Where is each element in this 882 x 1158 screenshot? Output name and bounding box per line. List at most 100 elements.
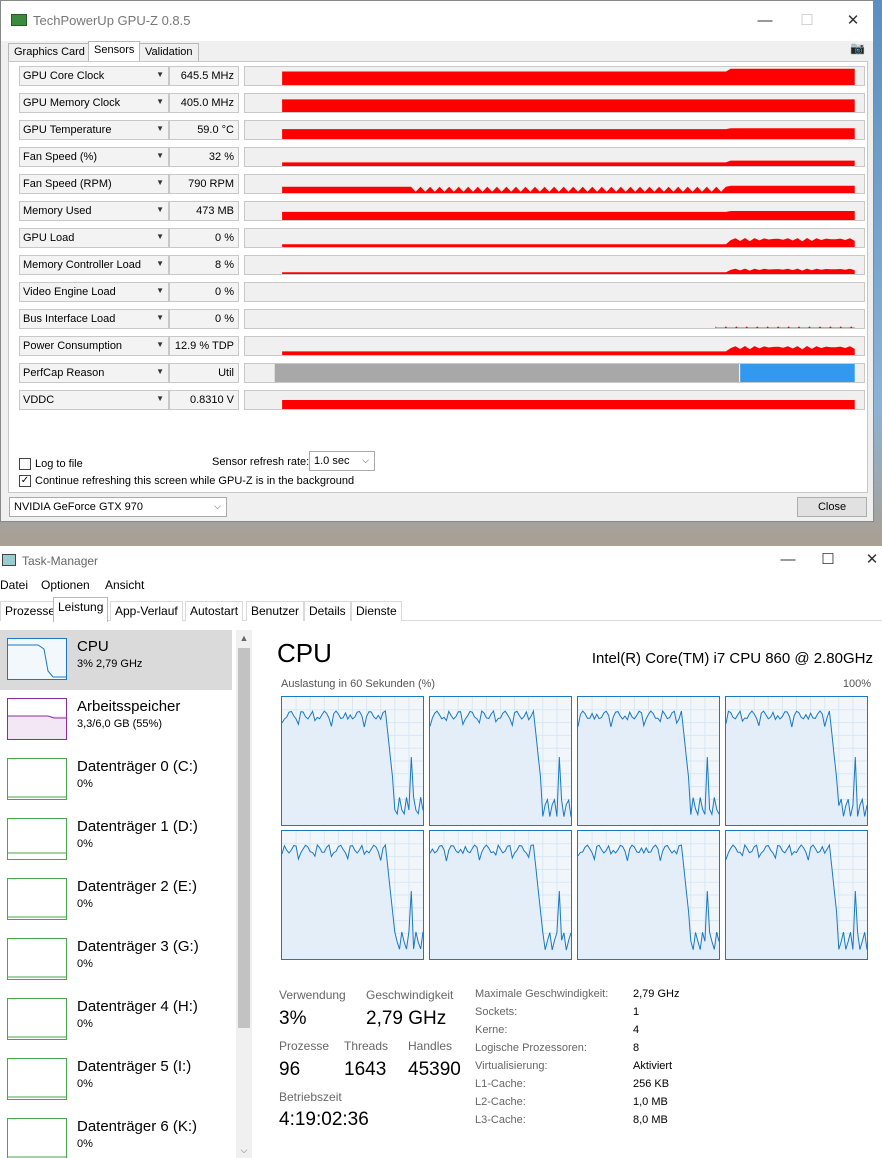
sidebar-item-arbeitsspeicher[interactable]: Arbeitsspeicher 3,3/6,0 GB (55%) <box>0 690 232 750</box>
sensor-name-label: GPU Memory Clock <box>23 97 121 109</box>
dropdown-triangle-icon: ▼ <box>156 259 164 268</box>
spec-value-l2-cache: 1,0 MB <box>633 1096 668 1108</box>
sidebar-item-datentr-ger-1-d[interactable]: Datenträger 1 (D:) 0% <box>0 810 232 870</box>
sidebar-thumbnail-graph <box>7 638 67 680</box>
cpu-core-graph-0 <box>281 696 424 826</box>
menu-datei[interactable]: Datei <box>0 578 28 592</box>
continue-refresh-checkbox[interactable]: ✓ <box>19 475 31 487</box>
sensor-name-gpu-load[interactable]: GPU Load ▼ <box>19 228 169 248</box>
sidebar-item-datentr-ger-0-c[interactable]: Datenträger 0 (C:) 0% <box>0 750 232 810</box>
sensor-panel: GPU Core Clock ▼ 645.5 MHz GPU Memory Clock… <box>8 61 868 493</box>
menu-ansicht[interactable]: Ansicht <box>105 578 144 592</box>
sensor-name-perfcap-reason[interactable]: PerfCap Reason ▼ <box>19 363 169 383</box>
chevron-down-icon: ⌵ <box>214 501 221 511</box>
tab-autostart[interactable]: Autostart <box>185 601 244 621</box>
spec-label-sockets: Sockets: <box>475 1006 518 1018</box>
spec-label-l2-cache: L2-Cache: <box>475 1096 526 1108</box>
sidebar-item-datentr-ger-4-h[interactable]: Datenträger 4 (H:) 0% <box>0 990 232 1050</box>
dropdown-triangle-icon: ▼ <box>156 205 164 214</box>
continue-refresh-label: Continue refreshing this screen while GP… <box>35 475 355 487</box>
tab-graphics-card[interactable]: Graphics Card <box>8 43 91 61</box>
taskmanager-window: Task-Manager — ☐ ✕ Datei Optionen Ansich… <box>0 546 882 1158</box>
sidebar-item-label: Arbeitsspeicher <box>77 698 181 715</box>
cpu-core-graph-4 <box>281 830 424 960</box>
sensor-graph-vddc <box>244 390 865 410</box>
tab-validation[interactable]: Validation <box>139 43 199 61</box>
cpu-core-graph-1 <box>429 696 572 826</box>
sensor-row-video-engine-load: Video Engine Load ▼ 0 % <box>9 278 867 305</box>
menu-optionen[interactable]: Optionen <box>41 578 90 592</box>
sidebar-scrollbar[interactable]: ▲ ⌵ <box>236 630 252 1158</box>
spec-value-l3-cache: 8,0 MB <box>633 1114 668 1126</box>
scroll-up-icon[interactable]: ▲ <box>236 630 252 646</box>
sidebar-item-datentr-ger-5-i[interactable]: Datenträger 5 (I:) 0% <box>0 1050 232 1110</box>
sensor-name-gpu-memory-clock[interactable]: GPU Memory Clock ▼ <box>19 93 169 113</box>
dropdown-triangle-icon: ▼ <box>156 286 164 295</box>
sensor-name-gpu-core-clock[interactable]: GPU Core Clock ▼ <box>19 66 169 86</box>
gpuz-titlebar[interactable]: TechPowerUp GPU-Z 0.8.5 — ☐ ✕ <box>1 1 873 41</box>
sensor-value-memory-used: 473 MB <box>169 201 239 221</box>
sidebar-item-label: Datenträger 2 (E:) <box>77 878 198 895</box>
tab-leistung[interactable]: Leistung <box>53 597 109 622</box>
sidebar-thumbnail-graph <box>7 818 67 860</box>
sidebar-item-value: 0% <box>77 958 93 970</box>
tm-titlebar[interactable]: Task-Manager — ☐ ✕ <box>0 546 882 574</box>
sidebar-item-label: Datenträger 3 (G:) <box>77 938 199 955</box>
taskmanager-app-icon <box>2 554 16 566</box>
maximize-icon[interactable]: ☐ <box>816 550 840 570</box>
minimize-icon[interactable]: — <box>776 550 800 570</box>
gpuz-title: TechPowerUp GPU-Z 0.8.5 <box>33 13 191 28</box>
sensor-name-video-engine-load[interactable]: Video Engine Load ▼ <box>19 282 169 302</box>
gpuz-window: TechPowerUp GPU-Z 0.8.5 — ☐ ✕ Graphics C… <box>0 0 874 522</box>
sensor-name-vddc[interactable]: VDDC ▼ <box>19 390 169 410</box>
threads-label: Threads <box>344 1039 389 1053</box>
sidebar-item-value: 0% <box>77 778 93 790</box>
tab-details[interactable]: Details <box>304 601 351 621</box>
sensor-name-gpu-temperature[interactable]: GPU Temperature ▼ <box>19 120 169 140</box>
sidebar-item-datentr-ger-6-k[interactable]: Datenträger 6 (K:) 0% <box>0 1110 232 1158</box>
gpu-select-value: NVIDIA GeForce GTX 970 <box>14 501 143 513</box>
tab-prozesse[interactable]: Prozesse <box>0 601 61 621</box>
tab-benutzer[interactable]: Benutzer <box>246 601 305 621</box>
utilization-max: 100% <box>842 678 871 690</box>
dropdown-triangle-icon: ▼ <box>156 367 164 376</box>
camera-icon[interactable]: 📷 <box>850 41 865 55</box>
sensor-name-memory-controller-load[interactable]: Memory Controller Load ▼ <box>19 255 169 275</box>
scroll-thumb[interactable] <box>238 648 250 1028</box>
gpu-select[interactable]: NVIDIA GeForce GTX 970 ⌵ <box>9 497 227 517</box>
tab-dienste[interactable]: Dienste <box>351 601 402 621</box>
spec-value-virtualisierung: Aktiviert <box>633 1060 673 1072</box>
refresh-rate-select[interactable]: 1.0 sec ⌵ <box>309 451 375 471</box>
sidebar-item-label: Datenträger 5 (I:) <box>77 1058 192 1075</box>
sensor-name-fan-speed[interactable]: Fan Speed (%) ▼ <box>19 147 169 167</box>
log-to-file-checkbox[interactable] <box>19 458 31 470</box>
spec-label-kerne: Kerne: <box>475 1024 508 1036</box>
betriebszeit-value: 4:19:02:36 <box>279 1109 369 1130</box>
tab-sensors[interactable]: Sensors <box>88 41 141 62</box>
close-button[interactable]: Close <box>797 497 867 517</box>
sensor-graph-gpu-load <box>244 228 865 248</box>
sensor-name-label: Power Consumption <box>23 340 123 352</box>
sensor-value-bus-interface-load: 0 % <box>169 309 239 329</box>
sidebar-item-cpu[interactable]: CPU 3% 2,79 GHz <box>0 630 232 690</box>
tab-app-verlauf[interactable]: App-Verlauf <box>110 601 183 621</box>
sensor-name-label: Memory Used <box>23 205 92 217</box>
sensor-name-label: GPU Core Clock <box>23 70 105 82</box>
sidebar-item-datentr-ger-3-g[interactable]: Datenträger 3 (G:) 0% <box>0 930 232 990</box>
close-icon[interactable]: ✕ <box>860 550 882 570</box>
sensor-name-memory-used[interactable]: Memory Used ▼ <box>19 201 169 221</box>
spec-label-l3-cache: L3-Cache: <box>475 1114 526 1126</box>
sensor-name-power-consumption[interactable]: Power Consumption ▼ <box>19 336 169 356</box>
close-icon[interactable]: ✕ <box>841 11 865 31</box>
sidebar-item-label: Datenträger 6 (K:) <box>77 1118 198 1135</box>
minimize-icon[interactable]: — <box>753 11 777 31</box>
sidebar-item-datentr-ger-2-e[interactable]: Datenträger 2 (E:) 0% <box>0 870 232 930</box>
geschwindigkeit-value: 2,79 GHz <box>366 1008 447 1029</box>
sensor-name-fan-speed-rpm[interactable]: Fan Speed (RPM) ▼ <box>19 174 169 194</box>
prozesse-label: Prozesse <box>279 1039 330 1053</box>
scroll-down-icon[interactable]: ⌵ <box>236 1142 252 1158</box>
sidebar-thumbnail-graph <box>7 698 67 740</box>
sidebar-item-value: 0% <box>77 1078 93 1090</box>
utilization-label: Auslastung in 60 Sekunden (%) <box>281 678 436 690</box>
sensor-name-bus-interface-load[interactable]: Bus Interface Load ▼ <box>19 309 169 329</box>
